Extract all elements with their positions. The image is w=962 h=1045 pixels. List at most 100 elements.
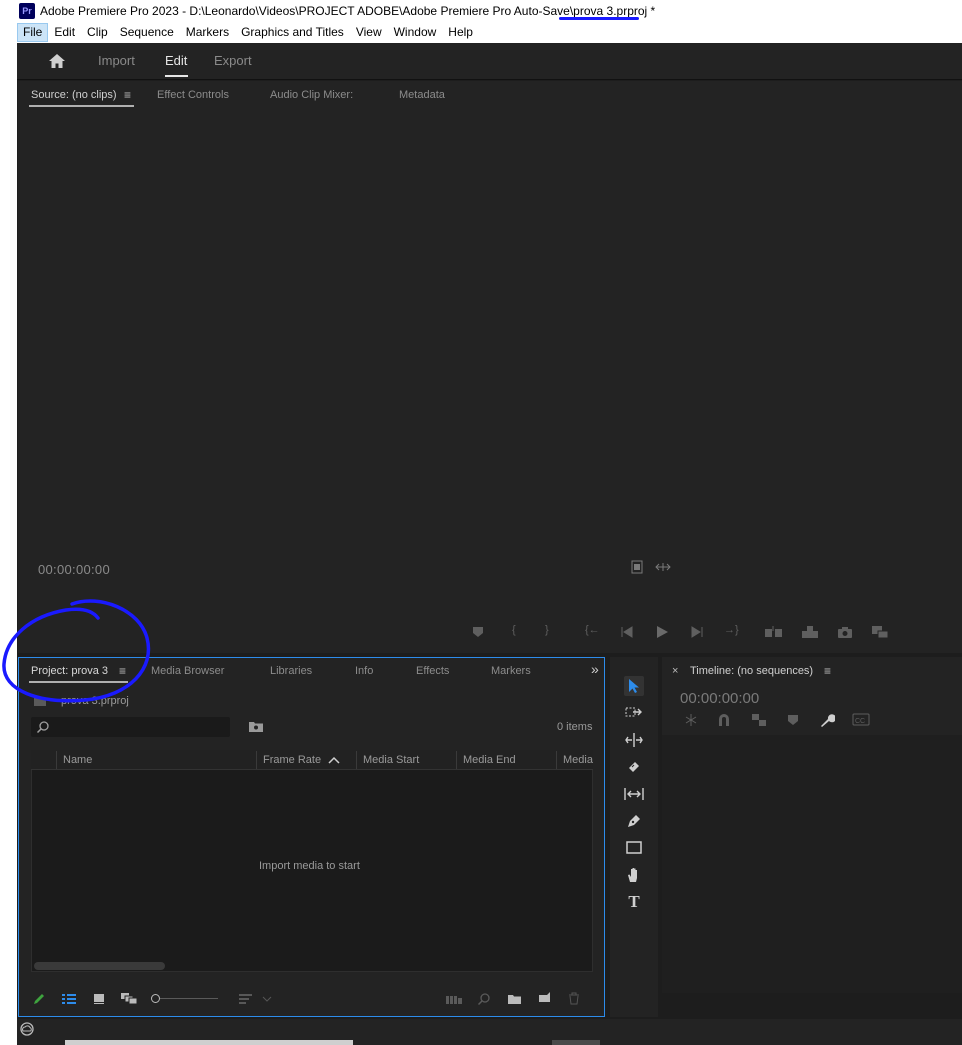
chevron-down-icon[interactable] [262, 995, 272, 1003]
column-separator [256, 751, 257, 769]
type-tool-icon[interactable]: T [624, 892, 644, 912]
sort-ascending-icon[interactable] [328, 755, 340, 765]
active-tab-indicator [165, 75, 188, 77]
hand-tool-icon[interactable] [624, 865, 644, 885]
tab-source[interactable]: Source: (no clips) [31, 89, 117, 101]
insert-overwrite-sequences-icon[interactable] [683, 713, 699, 727]
empty-project-message: Import media to start [259, 860, 360, 872]
tab-timeline[interactable]: Timeline: (no sequences) [690, 665, 813, 677]
source-monitor-panel [18, 81, 962, 653]
tab-export[interactable]: Export [214, 53, 252, 68]
clip-icon[interactable] [631, 560, 643, 574]
menu-sequence[interactable]: Sequence [114, 23, 180, 42]
menu-edit[interactable]: Edit [48, 23, 81, 42]
annotation-circle [2, 599, 151, 703]
column-header-media-start[interactable]: Media Start [363, 754, 419, 766]
new-bin-icon[interactable] [507, 993, 522, 1005]
column-header-name[interactable]: Name [63, 754, 92, 766]
selection-tool-icon[interactable] [624, 676, 644, 696]
step-forward-icon[interactable] [690, 626, 704, 638]
source-timecode[interactable]: 00:00:00:00 [38, 562, 110, 577]
timeline-panel-menu-icon[interactable]: ≡ [824, 664, 831, 678]
tab-markers[interactable]: Markers [491, 665, 531, 677]
pencil-icon[interactable] [32, 992, 46, 1006]
snap-magnet-icon[interactable] [717, 713, 731, 727]
menu-clip[interactable]: Clip [81, 23, 114, 42]
new-item-icon[interactable] [538, 992, 551, 1005]
linked-selection-icon[interactable] [751, 713, 767, 727]
freeform-view-icon[interactable] [120, 992, 138, 1005]
panel-overflow-icon[interactable]: » [591, 661, 599, 677]
pen-tool-icon[interactable] [624, 811, 644, 831]
zoom-slider-handle[interactable] [151, 994, 160, 1003]
active-tab-indicator [29, 105, 134, 107]
menu-graphics-and-titles[interactable]: Graphics and Titles [235, 23, 350, 42]
slip-tool-icon[interactable] [624, 784, 644, 804]
mark-out-icon[interactable]: } [545, 624, 549, 636]
workspace-bar: Import Edit Export [17, 43, 962, 80]
go-to-out-icon[interactable]: →} [724, 624, 739, 636]
menu-bar: File Edit Clip Sequence Markers Graphics… [17, 22, 962, 43]
column-separator [356, 751, 357, 769]
column-header-media-end[interactable]: Media End [463, 754, 516, 766]
menu-file[interactable]: File [17, 23, 49, 42]
automate-to-sequence-icon[interactable] [445, 993, 463, 1005]
annotation-underline [559, 17, 639, 20]
svg-text:CC: CC [855, 718, 865, 725]
taskbar-item[interactable] [65, 1040, 353, 1045]
menu-view[interactable]: View [350, 23, 388, 42]
timeline-track-area[interactable] [662, 735, 962, 993]
ripple-edit-tool-icon[interactable] [624, 730, 644, 750]
tab-libraries[interactable]: Libraries [270, 665, 312, 677]
tab-effects[interactable]: Effects [416, 665, 449, 677]
tab-import[interactable]: Import [98, 53, 135, 68]
list-view-icon[interactable] [61, 993, 77, 1005]
step-back-icon[interactable] [620, 626, 634, 638]
menu-window[interactable]: Window [388, 23, 443, 42]
drag-audio-icon[interactable] [655, 562, 671, 572]
column-separator [56, 751, 57, 769]
tab-media-browser[interactable]: Media Browser [151, 665, 224, 677]
go-to-in-icon[interactable]: {← [585, 624, 600, 636]
tab-effect-controls[interactable]: Effect Controls [157, 89, 229, 101]
creative-cloud-icon[interactable] [20, 1022, 34, 1036]
export-frame-camera-icon[interactable] [837, 626, 853, 638]
button-editor-icon[interactable] [871, 625, 889, 639]
overwrite-icon[interactable] [800, 625, 820, 639]
source-panel-menu-icon[interactable]: ≡ [124, 88, 131, 102]
icon-view-icon[interactable] [93, 993, 105, 1005]
items-count: 0 items [557, 721, 593, 733]
rectangle-tool-icon[interactable] [624, 838, 644, 858]
column-header-media-duration[interactable]: Media [563, 754, 593, 766]
tab-audio-clip-mixer[interactable]: Audio Clip Mixer: [270, 89, 353, 101]
home-icon[interactable] [48, 53, 66, 69]
wrench-settings-icon[interactable] [819, 712, 835, 728]
insert-icon[interactable] [764, 625, 784, 639]
window-title: Adobe Premiere Pro 2023 - D:\Leonardo\Vi… [40, 4, 656, 18]
project-search-input[interactable] [31, 717, 230, 737]
sort-icons-icon[interactable] [238, 993, 254, 1005]
menu-markers[interactable]: Markers [180, 23, 235, 42]
taskbar-item[interactable] [552, 1040, 600, 1045]
column-separator [556, 751, 557, 769]
timeline-timecode[interactable]: 00:00:00:00 [680, 690, 759, 707]
new-search-bin-icon[interactable] [248, 720, 264, 733]
menu-help[interactable]: Help [442, 23, 479, 42]
add-marker-icon[interactable] [787, 714, 799, 726]
add-marker-icon[interactable] [472, 626, 484, 638]
search-icon [36, 721, 49, 734]
tab-edit[interactable]: Edit [165, 53, 187, 68]
tab-metadata[interactable]: Metadata [399, 89, 445, 101]
captions-icon[interactable]: CC [852, 713, 870, 726]
razor-tool-icon[interactable] [624, 757, 644, 777]
play-icon[interactable] [655, 625, 669, 639]
zoom-slider[interactable] [160, 998, 218, 999]
mark-in-icon[interactable]: { [512, 624, 516, 636]
column-header-frame-rate[interactable]: Frame Rate [263, 754, 321, 766]
tab-info[interactable]: Info [355, 665, 373, 677]
find-icon[interactable] [477, 992, 491, 1006]
trash-icon[interactable] [568, 992, 580, 1005]
horizontal-scrollbar[interactable] [34, 962, 165, 970]
close-icon[interactable]: × [672, 665, 678, 677]
track-select-tool-icon[interactable] [624, 703, 644, 723]
